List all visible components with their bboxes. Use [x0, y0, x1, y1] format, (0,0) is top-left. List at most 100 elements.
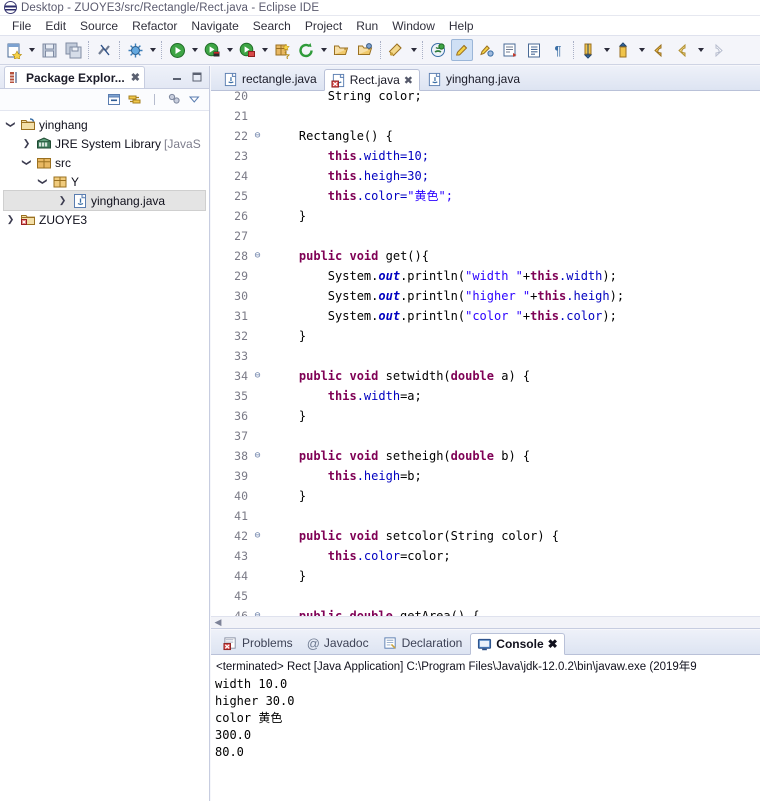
maximize-icon[interactable]	[189, 69, 205, 85]
source-editor[interactable]: 20 String color; 21 22 ⊖ Rectangle() {23 th…	[211, 91, 760, 629]
open-type-icon[interactable]	[330, 39, 352, 61]
code-line[interactable]: 30 System.out.println("higher "+this.hei…	[211, 286, 760, 306]
run-icon[interactable]	[166, 39, 188, 61]
next-annotation-dropdown-arrow-icon[interactable]	[601, 39, 612, 61]
forward-history-icon[interactable]	[707, 39, 729, 61]
code-line[interactable]: 31 System.out.println("color "+this.colo…	[211, 306, 760, 326]
menu-item-search[interactable]: Search	[246, 17, 298, 35]
run-external-tools-icon[interactable]	[201, 39, 223, 61]
search-ref-icon[interactable]	[385, 39, 407, 61]
bottom-tab-declaration[interactable]: Declaration	[377, 632, 469, 654]
tree-item-src[interactable]: ❯ src	[0, 153, 209, 172]
code-line[interactable]: 29 System.out.println("width "+this.widt…	[211, 266, 760, 286]
menu-item-help[interactable]: Help	[442, 17, 481, 35]
tree-item-yinghang[interactable]: ❯ yinghang	[0, 115, 209, 134]
code-line[interactable]: 35 this.width=a;	[211, 386, 760, 406]
code-line[interactable]: 44 }	[211, 566, 760, 586]
menu-item-file[interactable]: File	[5, 17, 38, 35]
bottom-tab-problems[interactable]: Problems	[217, 632, 299, 654]
code-line[interactable]: 28 ⊖ public void get(){	[211, 246, 760, 266]
tab-package-explorer[interactable]: Package Explor... ✖	[4, 66, 145, 88]
close-icon[interactable]: ✖	[404, 74, 413, 87]
chevron-right-icon[interactable]: ❯	[4, 214, 17, 225]
run-coverage-dropdown-arrow-icon[interactable]	[259, 39, 270, 61]
menu-item-edit[interactable]: Edit	[38, 17, 73, 35]
code-line[interactable]: 41	[211, 506, 760, 526]
chevron-right-icon[interactable]: ❯	[20, 138, 33, 149]
editor-scroll-area[interactable]: 20 String color; 21 22 ⊖ Rectangle() {23 th…	[211, 91, 760, 616]
fold-collapse-icon[interactable]: ⊖	[251, 366, 264, 386]
bottom-tab-javadoc[interactable]: @ Javadoc	[301, 632, 375, 654]
menu-item-project[interactable]: Project	[298, 17, 349, 35]
code-line[interactable]: 46 ⊖ public double getArea() {	[211, 606, 760, 616]
editor-tab-rectangle-java[interactable]: rectangle.java	[217, 68, 323, 90]
fold-collapse-icon[interactable]: ⊖	[251, 126, 264, 146]
pencil-highlight-icon[interactable]	[451, 39, 473, 61]
code-line[interactable]: 20 String color;	[211, 91, 760, 106]
editor-tab-rect-java[interactable]: Rect.java ✖	[323, 69, 420, 91]
code-line[interactable]: 43 this.color=color;	[211, 546, 760, 566]
code-line[interactable]: 39 this.heigh=b;	[211, 466, 760, 486]
new-java-package-icon[interactable]	[271, 39, 293, 61]
code-line[interactable]: 21	[211, 106, 760, 126]
backward-history-icon[interactable]	[672, 39, 694, 61]
code-line[interactable]: 26 }	[211, 206, 760, 226]
code-line[interactable]: 25 this.color="黄色";	[211, 186, 760, 206]
code-line[interactable]: 24 this.heigh=30;	[211, 166, 760, 186]
editor-horizontal-scrollbar[interactable]: ◀	[211, 616, 760, 628]
tree-item-y[interactable]: ❯ Y	[0, 172, 209, 191]
fold-collapse-icon[interactable]: ⊖	[251, 446, 264, 466]
code-line[interactable]: 27	[211, 226, 760, 246]
previous-annotation-dropdown-arrow-icon[interactable]	[636, 39, 647, 61]
save-icon[interactable]	[38, 39, 60, 61]
next-annotation-icon[interactable]	[578, 39, 600, 61]
chevron-right-icon[interactable]: ❯	[56, 195, 69, 206]
tree-item-zuoye3[interactable]: ❯ ZUOYE3	[0, 210, 209, 229]
collapse-all-icon[interactable]	[105, 91, 123, 109]
annotation-icon[interactable]	[475, 39, 497, 61]
focus-on-active-task-icon[interactable]	[165, 91, 183, 109]
code-line[interactable]: 33	[211, 346, 760, 366]
console-view[interactable]: <terminated> Rect [Java Application] C:\…	[211, 655, 760, 801]
next-edit-icon[interactable]	[499, 39, 521, 61]
menu-item-run[interactable]: Run	[349, 17, 385, 35]
tree-item-yinghang-java[interactable]: ❯ yinghang.java	[3, 190, 206, 211]
code-line[interactable]: 34 ⊖ public void setwidth(double a) {	[211, 366, 760, 386]
view-menu-icon[interactable]	[185, 91, 203, 109]
chevron-down-icon[interactable]: ❯	[37, 175, 48, 188]
close-icon[interactable]: ✖	[131, 71, 140, 84]
link-with-editor-icon[interactable]	[125, 91, 143, 109]
new-wizard-icon[interactable]	[3, 39, 25, 61]
fold-collapse-icon[interactable]: ⊖	[251, 526, 264, 546]
scroll-left-icon[interactable]: ◀	[211, 617, 225, 628]
chevron-down-icon[interactable]: ❯	[21, 156, 32, 169]
code-line[interactable]: 40 }	[211, 486, 760, 506]
tree-item-jre-system-library[interactable]: ❯ JRE System Library [JavaS	[0, 134, 209, 153]
back-icon[interactable]	[648, 39, 670, 61]
java-perspective-icon[interactable]	[427, 39, 449, 61]
menu-item-window[interactable]: Window	[385, 17, 442, 35]
menu-item-refactor[interactable]: Refactor	[125, 17, 184, 35]
refresh-icon[interactable]	[295, 39, 317, 61]
bottom-tab-console[interactable]: Console ✖	[470, 633, 565, 655]
fold-collapse-icon[interactable]: ⊖	[251, 606, 264, 616]
previous-annotation-icon[interactable]	[613, 39, 635, 61]
show-whitespace-icon[interactable]: ¶	[547, 39, 569, 61]
close-icon[interactable]: ✖	[548, 637, 558, 651]
refresh-dropdown-arrow-icon[interactable]	[318, 39, 329, 61]
code-line[interactable]: 22 ⊖ Rectangle() {	[211, 126, 760, 146]
fold-collapse-icon[interactable]: ⊖	[251, 246, 264, 266]
code-line[interactable]: 37	[211, 426, 760, 446]
open-resource-icon[interactable]	[354, 39, 376, 61]
minimize-icon[interactable]	[169, 69, 185, 85]
save-all-icon[interactable]	[62, 39, 84, 61]
toggle-block-icon[interactable]	[523, 39, 545, 61]
editor-tab-yinghang-java[interactable]: yinghang.java	[421, 68, 526, 90]
new-wizard-dropdown-arrow-icon[interactable]	[26, 39, 37, 61]
backward-history-dropdown-arrow-icon[interactable]	[695, 39, 706, 61]
code-line[interactable]: 32 }	[211, 326, 760, 346]
link-broken-icon[interactable]	[93, 39, 115, 61]
run-coverage-icon[interactable]	[236, 39, 258, 61]
search-ref-dropdown-arrow-icon[interactable]	[408, 39, 419, 61]
source-code[interactable]: 20 String color; 21 22 ⊖ Rectangle() {23 th…	[211, 91, 760, 616]
